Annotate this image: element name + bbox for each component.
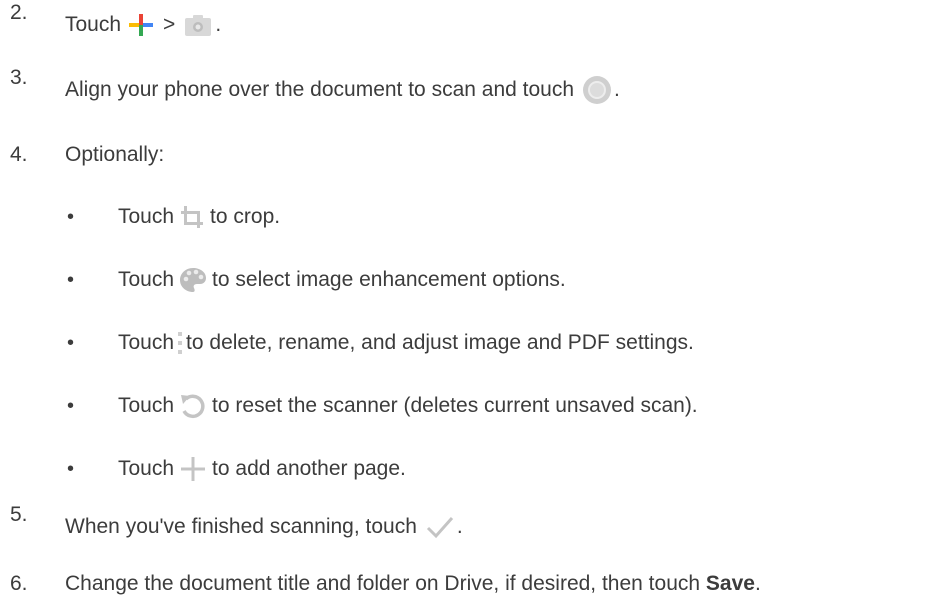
camera-icon — [183, 12, 213, 38]
step-text-post: . — [456, 515, 463, 538]
shutter-icon — [582, 75, 612, 105]
reset-icon — [178, 391, 208, 421]
bullet-marker: • — [67, 457, 75, 480]
step-number: 2. — [10, 1, 28, 24]
bullet-text-pre: Touch — [118, 331, 175, 354]
bullet-marker: • — [67, 268, 75, 291]
bullet-marker: • — [67, 394, 75, 417]
step-text-pre: Touch — [65, 13, 122, 36]
step-text-mid: > — [163, 13, 176, 36]
bullet-text: Touch to add another page. — [118, 454, 406, 484]
crop-icon — [178, 203, 206, 231]
bullet-text-post: to add another page. — [212, 457, 406, 480]
colored-plus-icon — [127, 12, 155, 38]
step-text: Align your phone over the document to sc… — [65, 75, 620, 105]
step-number: 5. — [10, 503, 28, 526]
more-vert-icon — [176, 329, 184, 357]
step-text: Touch > . — [65, 12, 221, 38]
bullet-text-post: to select image enhancement options. — [212, 268, 566, 291]
bullet-text-pre: Touch — [118, 394, 175, 417]
bullet-text-post: to reset the scanner (deletes current un… — [212, 394, 698, 417]
bullet-text: Touch to crop. — [118, 203, 280, 231]
step-text-pre: Change the document title and folder on … — [65, 572, 701, 595]
bullet-text-pre: Touch — [118, 457, 175, 480]
bullet-text-post: to delete, rename, and adjust image and … — [186, 331, 694, 354]
bullet-text: Touch to delete, rename, and adjust imag… — [118, 329, 694, 357]
step-text-post: . — [614, 78, 620, 101]
bullet-text-post: to crop. — [210, 205, 281, 228]
checkmark-icon — [425, 514, 455, 540]
step-number: 6. — [10, 572, 28, 595]
step-text-post: . — [215, 13, 222, 36]
step-text: Change the document title and folder on … — [65, 572, 761, 596]
step-number: 3. — [10, 66, 28, 89]
step-text: Optionally: — [65, 143, 165, 166]
plus-icon — [178, 454, 208, 484]
bullet-text: Touch to select image enhancement option… — [118, 266, 566, 294]
palette-icon — [178, 266, 208, 294]
bullet-text-pre: Touch — [118, 205, 175, 228]
step-text-pre: Align your phone over the document to sc… — [65, 78, 575, 101]
step-text-post: . — [754, 572, 761, 595]
bullet-text: Touch to reset the scanner (deletes curr… — [118, 391, 698, 421]
step-text: When you've finished scanning, touch . — [65, 514, 463, 540]
bullet-marker: • — [67, 331, 75, 354]
bullet-text-pre: Touch — [118, 268, 175, 291]
step-number: 4. — [10, 143, 28, 166]
step-text-pre: When you've finished scanning, touch — [65, 515, 417, 538]
save-label: Save — [705, 572, 755, 595]
bullet-marker: • — [67, 205, 75, 228]
